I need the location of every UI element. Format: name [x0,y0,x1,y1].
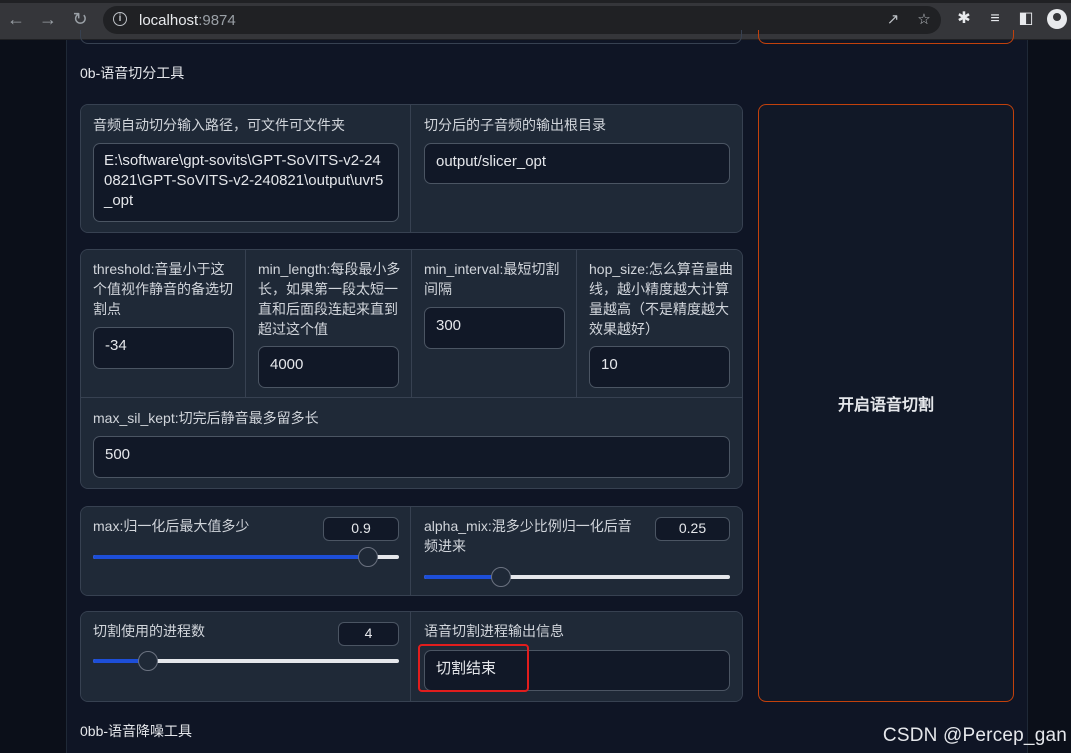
alpha-number-input[interactable]: 0.25 [655,517,730,541]
input-path-label: 音频自动切分输入路径，可文件可文件夹 [93,117,345,133]
max-slider-label: max:归一化后最大值多少 [93,518,250,534]
input-path-cell: 音频自动切分输入路径，可文件可文件夹 E:\software\gpt-sovit… [81,105,411,232]
input-path-field[interactable]: E:\software\gpt-sovits\GPT-SoVITS-v2-240… [93,143,399,222]
watermark: CSDN @Percep_gan [882,725,1067,746]
min-interval-input[interactable]: 300 [424,307,565,349]
threshold-label: threshold:音量小于这个值视作静音的备选切割点 [93,261,233,317]
slicer-path-panel: 音频自动切分输入路径，可文件可文件夹 E:\software\gpt-sovit… [80,104,743,233]
alpha-slider-fill [424,575,501,579]
output-dir-label: 切分后的子音频的输出根目录 [424,117,606,133]
output-dir-cell: 切分后的子音频的输出根目录 output/slicer_opt [412,105,742,232]
min-interval-cell: min_interval:最短切割间隔 300 [412,250,577,398]
section-title-slicer: 0b-语音切分工具 [80,65,185,81]
profile-avatar-icon[interactable] [1047,9,1067,29]
url-text: localhost:9874 [139,12,236,29]
max-slider-fill [93,555,369,559]
process-slider-cell: 切割使用的进程数 4 [81,612,411,701]
process-slider-thumb[interactable] [138,651,159,671]
tab-strip [0,0,1071,3]
output-info-label: 语音切割进程输出信息 [424,623,564,639]
process-number-input[interactable]: 4 [338,622,399,646]
start-slicing-button[interactable]: 开启语音切割 [758,104,1014,702]
threshold-input[interactable]: -34 [93,327,234,369]
max-sil-kept-input[interactable]: 500 [93,436,730,478]
page-content: 0b-语音切分工具 音频自动切分输入路径，可文件可文件夹 E:\software… [0,30,1071,753]
alpha-slider-label: alpha_mix:混多少比例归一化后音频进来 [424,518,632,554]
max-slider-track[interactable] [93,547,399,567]
process-slider-label: 切割使用的进程数 [93,623,205,639]
min-interval-label: min_interval:最短切割间隔 [424,261,560,297]
max-sil-kept-label: max_sil_kept:切完后静音最多留多长 [93,410,319,426]
max-slider-cell: max:归一化后最大值多少 0.9 [81,507,411,595]
min-length-label: min_length:每段最小多长，如果第一段太短一直和后面段连起来直到超过这个… [258,261,401,337]
max-slider-thumb[interactable] [358,547,379,567]
hop-size-input[interactable]: 10 [589,346,730,388]
forward-icon[interactable]: → [38,9,58,29]
app-container: 0b-语音切分工具 音频自动切分输入路径，可文件可文件夹 E:\software… [66,30,1028,753]
extensions-icon[interactable]: ✱ [954,9,974,29]
threshold-cell: threshold:音量小于这个值视作静音的备选切割点 -34 [81,250,246,398]
highlight-box [418,644,529,692]
min-length-input[interactable]: 4000 [258,346,399,388]
process-slider-track[interactable] [93,651,399,671]
previous-panel-edge [80,30,742,44]
reload-icon[interactable]: ↻ [70,9,90,29]
back-icon[interactable]: ← [6,9,26,29]
max-sil-kept-cell: max_sil_kept:切完后静音最多留多长 500 [81,398,742,488]
site-info-icon[interactable]: i [113,12,127,26]
process-panel: 切割使用的进程数 4 语音切割进程输出信息 切割结束 [80,611,743,702]
section-title-denoise: 0bb-语音降噪工具 [80,723,193,739]
slicer-params-panel: threshold:音量小于这个值视作静音的备选切割点 -34 min_leng… [80,249,743,489]
max-number-input[interactable]: 0.9 [323,517,399,541]
bookmark-star-icon[interactable]: ☆ [915,11,933,29]
share-icon[interactable]: ↗ [884,11,902,29]
alpha-slider-track[interactable] [424,567,730,587]
alpha-slider-cell: alpha_mix:混多少比例归一化后音频进来 0.25 [412,507,742,595]
min-length-cell: min_length:每段最小多长，如果第一段太短一直和后面段连起来直到超过这个… [246,250,412,398]
previous-button-edge [758,30,1014,44]
output-dir-field[interactable]: output/slicer_opt [424,143,730,184]
hop-size-label: hop_size:怎么算音量曲线，越小精度越大计算量越高（不是精度越大效果越好） [589,261,733,337]
normalize-panel: max:归一化后最大值多少 0.9 alpha_mix:混多少比例归一化后音频进… [80,506,743,596]
side-panel-icon[interactable]: ◧ [1016,9,1036,29]
reading-list-icon[interactable]: ≡ [985,9,1005,29]
hop-size-cell: hop_size:怎么算音量曲线，越小精度越大计算量越高（不是精度越大效果越好）… [577,250,742,398]
alpha-slider-thumb[interactable] [490,567,511,587]
